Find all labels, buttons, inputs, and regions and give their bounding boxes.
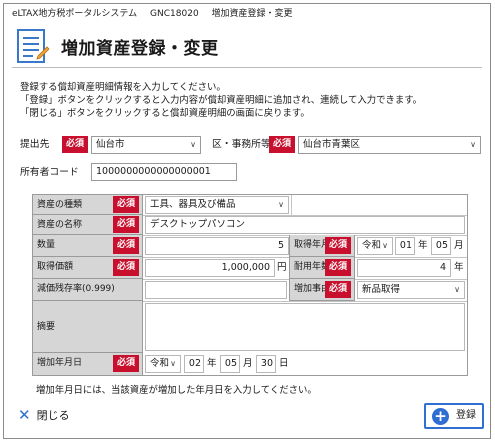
remarks-label-text: 摘要: [37, 322, 56, 332]
increase-date-label-text: 増加年月日: [37, 358, 83, 368]
description: 登録する償却資産明細情報を入力してください。 「登録」ボタンをクリックすると入力…: [20, 81, 422, 120]
required-badge: 必須: [325, 237, 351, 254]
office-label: 区・事務所等: [212, 139, 271, 150]
quantity-input[interactable]: 5: [145, 237, 289, 255]
acquired-year-input[interactable]: 01: [395, 237, 415, 255]
month-unit: 月: [243, 358, 253, 369]
owner-code-label: 所有者コード: [20, 167, 79, 178]
increase-day-input[interactable]: 30: [256, 355, 276, 373]
description-line: 「登録」ボタンをクリックすると入力内容が償却資産明細に追加され、連続して入力でき…: [20, 95, 423, 106]
residual-rate-label-text: 減価残存率(0.999): [37, 284, 115, 294]
screen-name: 増加資産登録・変更: [211, 9, 293, 19]
remarks-label: 摘要: [33, 301, 143, 353]
close-button[interactable]: ✕ 閉じる: [18, 406, 70, 424]
title-bar: eLTAX地方税ポータルシステム GNC18020 増加資産登録・変更: [4, 4, 490, 24]
required-badge: 必須: [113, 259, 139, 276]
description-line: 登録する償却資産明細情報を入力してください。: [20, 82, 226, 93]
residual-rate-label: 減価残存率(0.999): [33, 279, 143, 301]
chevron-down-icon: ∨: [170, 359, 176, 368]
close-icon: ✕: [18, 406, 31, 424]
year-unit: 年: [207, 358, 217, 369]
office-value: 仙台市青葉区: [303, 139, 361, 150]
required-badge: 必須: [325, 281, 351, 298]
increase-era-value: 令和: [150, 358, 170, 369]
required-badge: 必須: [113, 196, 139, 213]
chevron-down-icon: ∨: [190, 140, 196, 149]
month-unit: 月: [454, 240, 464, 251]
register-button[interactable]: + 登録: [424, 403, 484, 429]
acquired-month-input[interactable]: 05: [431, 237, 451, 255]
submit-to-value: 仙台市: [96, 139, 125, 150]
office-select[interactable]: 仙台市青葉区 ∨: [298, 136, 481, 154]
price-label-text: 取得価額: [37, 262, 74, 272]
increase-year-input[interactable]: 02: [184, 355, 204, 373]
reason-value: 新品取得: [362, 284, 401, 295]
yen-unit: 円: [277, 262, 287, 273]
increase-month-input[interactable]: 05: [220, 355, 240, 373]
required-badge: 必須: [269, 136, 295, 153]
chevron-down-icon: ∨: [470, 140, 476, 149]
useful-life-input[interactable]: 4: [357, 259, 451, 277]
system-name: eLTAX地方税ポータルシステム: [12, 9, 138, 19]
increase-era-select[interactable]: 令和 ∨: [145, 355, 181, 373]
owner-code-input[interactable]: 1000000000000000001: [91, 163, 237, 181]
asset-type-label-text: 資産の種類: [37, 200, 83, 210]
chevron-down-icon: ∨: [382, 241, 388, 250]
screen-code: GNC18020: [150, 9, 199, 19]
submit-to-select[interactable]: 仙台市 ∨: [91, 136, 201, 154]
header-divider: [12, 67, 482, 68]
year-unit: 年: [454, 262, 464, 273]
plus-circle-icon: +: [432, 408, 449, 425]
required-badge: 必須: [62, 136, 88, 153]
required-badge: 必須: [113, 237, 139, 254]
asset-type-value: 工具、器具及び備品: [150, 199, 236, 210]
acquired-era-select[interactable]: 令和 ∨: [357, 237, 393, 255]
remarks-textarea[interactable]: [145, 303, 465, 351]
document-icon: [17, 29, 50, 63]
row-divider: [143, 301, 467, 302]
reason-select[interactable]: 新品取得 ∨: [357, 281, 465, 299]
asset-name-label-text: 資産の名称: [37, 220, 83, 230]
register-button-label: 登録: [456, 410, 476, 421]
submit-to-label: 提出先: [20, 139, 50, 150]
increase-date-note: 増加年月日には、当該資産が増加した年月日を入力してください。: [36, 385, 317, 396]
quantity-label-text: 数量: [37, 240, 56, 250]
price-input[interactable]: 1,000,000: [145, 259, 275, 277]
residual-rate-input[interactable]: [145, 281, 287, 299]
required-badge: 必須: [325, 259, 351, 276]
description-line: 「閉じる」ボタンをクリックすると償却資産明細の画面に戻ります。: [20, 108, 310, 119]
chevron-down-icon: ∨: [454, 285, 460, 294]
dialog-window: eLTAX地方税ポータルシステム GNC18020 増加資産登録・変更 増加資産…: [3, 3, 491, 439]
close-button-label: 閉じる: [36, 409, 70, 422]
year-unit: 年: [418, 240, 428, 251]
asset-detail-grid: 資産の種類 必須 工具、器具及び備品 ∨ 資産の名称 必須 デスクトップパソコン…: [32, 194, 468, 376]
chevron-down-icon: ∨: [278, 200, 284, 209]
required-badge: 必須: [113, 216, 139, 233]
asset-type-select[interactable]: 工具、器具及び備品 ∨: [145, 196, 289, 214]
asset-name-input[interactable]: デスクトップパソコン: [145, 216, 465, 234]
acquired-era-value: 令和: [362, 240, 382, 251]
page-title: 増加資産登録・変更: [61, 39, 219, 59]
required-badge: 必須: [113, 355, 139, 372]
day-unit: 日: [279, 358, 289, 369]
cell-divider: [291, 195, 292, 215]
